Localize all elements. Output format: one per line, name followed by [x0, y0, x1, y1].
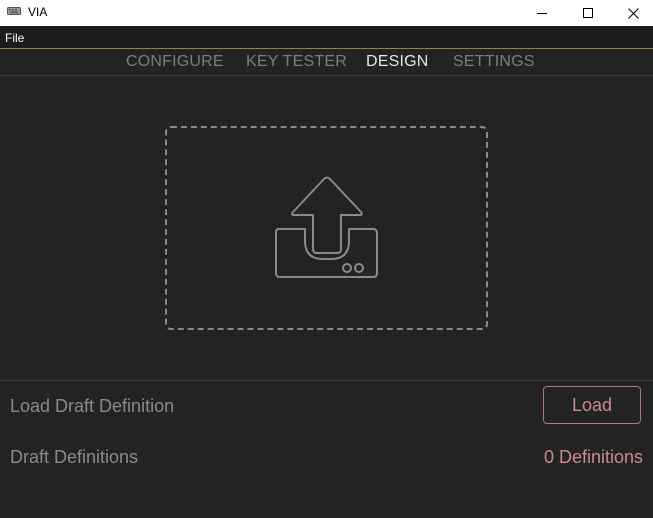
tab-settings[interactable]: SETTINGS: [453, 53, 535, 71]
minimize-button[interactable]: [519, 0, 565, 26]
definitions-count: 0 Definitions: [543, 447, 643, 467]
title-bar: VIA: [0, 0, 653, 26]
menu-bar: File: [0, 26, 653, 49]
load-draft-definition-label: Load Draft Definition: [10, 396, 175, 416]
menu-file[interactable]: File: [5, 31, 24, 45]
section-divider: [0, 380, 653, 381]
upload-icon: [275, 176, 378, 278]
close-icon: [627, 7, 639, 19]
maximize-button[interactable]: [565, 0, 611, 26]
close-button[interactable]: [610, 0, 653, 26]
load-button[interactable]: Load: [543, 386, 641, 424]
maximize-icon: [583, 8, 593, 18]
nav-tabs: CONFIGURE KEY TESTER DESIGN SETTINGS: [0, 49, 653, 76]
window-title: VIA: [28, 5, 48, 19]
draft-definitions-label: Draft Definitions: [10, 447, 139, 467]
keyboard-icon: [7, 7, 21, 15]
tab-configure[interactable]: CONFIGURE: [126, 53, 224, 71]
tab-key-tester[interactable]: KEY TESTER: [246, 53, 347, 71]
minimize-icon: [537, 13, 547, 14]
tab-design[interactable]: DESIGN: [366, 53, 429, 71]
